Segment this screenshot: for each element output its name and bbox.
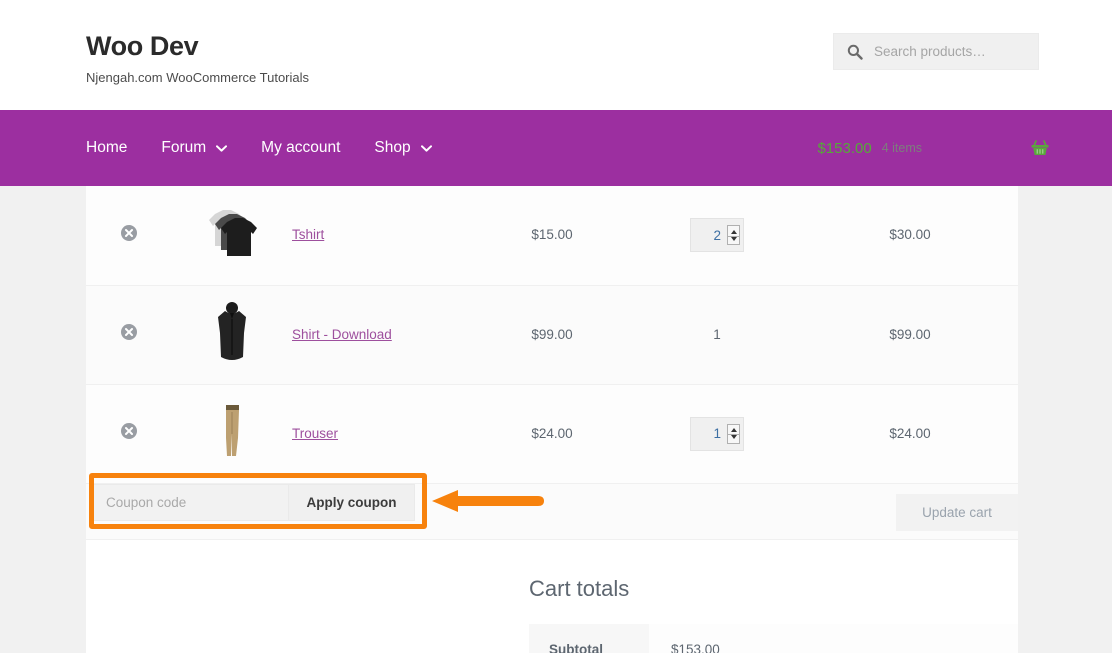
product-price: $24.00	[531, 425, 573, 441]
product-subtotal: $24.00	[889, 425, 931, 441]
product-price-cell: $15.00	[472, 186, 632, 286]
product-quantity-cell: 1	[632, 384, 802, 484]
primary-navigation: Home Forum My account Shop $153.00 4 ite…	[0, 110, 1112, 186]
product-thumbnail-cell	[172, 384, 292, 484]
product-link[interactable]: Trouser	[292, 426, 338, 441]
product-price-cell: $99.00	[472, 285, 632, 385]
nav-item-label: Shop	[374, 139, 411, 156]
product-link[interactable]: Shirt - Download	[292, 327, 392, 342]
table-row: Subtotal $153.00	[529, 624, 1018, 653]
cart-totals-section: Cart totals Subtotal $153.00	[529, 576, 1018, 653]
product-subtotal-cell: $99.00	[802, 285, 1018, 385]
shopping-basket-icon[interactable]	[1030, 138, 1050, 158]
remove-x-icon[interactable]	[121, 224, 137, 241]
quantity-value: 1	[713, 426, 721, 441]
cart-page: Woo Dev Njengah.com WooCommerce Tutorial…	[0, 0, 1112, 653]
site-tagline: Njengah.com WooCommerce Tutorials	[86, 69, 310, 85]
cart-item-count: 4 items	[881, 141, 922, 155]
product-thumbnail-cell	[172, 285, 292, 385]
site-title: Woo Dev	[86, 31, 199, 61]
cart-totals-heading: Cart totals	[529, 576, 630, 601]
product-subtotal-cell: $24.00	[802, 384, 1018, 484]
update-cart-button[interactable]: Update cart	[896, 493, 1018, 531]
shirt-thumbnail[interactable]	[201, 299, 263, 365]
remove-cell	[86, 186, 172, 286]
search-input[interactable]	[872, 43, 1022, 60]
product-subtotal: $30.00	[889, 227, 931, 243]
quantity-spinner-buttons[interactable]	[727, 423, 740, 444]
cart-actions-row: Apply coupon Update cart	[86, 483, 1018, 540]
product-name-cell: Trouser	[292, 384, 472, 484]
spinner-up-icon[interactable]	[730, 229, 737, 234]
product-name-cell: Tshirt	[292, 186, 472, 286]
quantity-spinner-buttons[interactable]	[727, 225, 740, 246]
spinner-down-icon[interactable]	[730, 435, 737, 439]
nav-item-home[interactable]: Home	[86, 139, 127, 157]
tshirt-thumbnail[interactable]	[201, 200, 263, 266]
product-price: $99.00	[531, 326, 573, 342]
nav-item-label: My account	[261, 139, 341, 156]
product-price: $15.00	[531, 227, 573, 243]
quantity-value: 1	[713, 326, 721, 342]
coupon-group: Apply coupon	[91, 483, 415, 521]
remove-cell	[86, 384, 172, 484]
cart-totals-table: Subtotal $153.00	[529, 624, 1018, 653]
site-branding: Woo Dev Njengah.com WooCommerce Tutorial…	[86, 31, 310, 85]
table-row: Tshirt $15.00 2 $30.00	[86, 186, 1018, 286]
subtotal-label: Subtotal	[529, 624, 649, 653]
cart-content-area: Tshirt $15.00 2 $30.00 Shirt - Download …	[86, 186, 1018, 653]
quantity-value: 2	[713, 227, 721, 243]
search-icon	[847, 44, 863, 60]
trouser-thumbnail[interactable]	[201, 398, 263, 464]
nav-item-label: Home	[86, 139, 128, 156]
product-subtotal: $99.00	[889, 326, 931, 342]
nav-item-shop[interactable]: Shop	[374, 139, 432, 157]
product-price-cell: $24.00	[472, 384, 632, 484]
chevron-down-icon	[420, 144, 432, 152]
quantity-stepper[interactable]: 2	[690, 218, 744, 253]
spinner-up-icon[interactable]	[730, 428, 737, 432]
remove-x-icon[interactable]	[121, 423, 137, 439]
cart-items-table: Tshirt $15.00 2 $30.00 Shirt - Download …	[86, 186, 1018, 484]
subtotal-value: $153.00	[649, 624, 1018, 653]
remove-x-icon[interactable]	[121, 324, 137, 340]
nav-item-list: Home Forum My account Shop	[86, 110, 466, 186]
product-thumbnail-cell	[172, 186, 292, 286]
table-row: Shirt - Download $99.00 1 $99.00	[86, 285, 1018, 385]
product-quantity-cell: 1	[632, 285, 802, 385]
remove-cell	[86, 285, 172, 385]
spinner-down-icon[interactable]	[730, 236, 737, 241]
quantity-stepper[interactable]: 1	[690, 416, 744, 451]
product-subtotal-cell: $30.00	[802, 186, 1018, 286]
chevron-down-icon	[216, 144, 228, 152]
cart-summary[interactable]: $153.00 4 items	[817, 110, 1050, 186]
site-header: Woo Dev Njengah.com WooCommerce Tutorial…	[0, 0, 1112, 110]
nav-item-forum[interactable]: Forum	[161, 139, 228, 157]
apply-coupon-button[interactable]: Apply coupon	[288, 483, 415, 521]
product-link[interactable]: Tshirt	[292, 227, 324, 242]
table-row: Trouser $24.00 1 $24.00	[86, 384, 1018, 484]
cart-items-body: Tshirt $15.00 2 $30.00 Shirt - Download …	[86, 186, 1018, 484]
product-name-cell: Shirt - Download	[292, 285, 472, 385]
nav-item-my-account[interactable]: My account	[261, 139, 340, 157]
cart-total-amount: $153.00	[817, 139, 872, 157]
nav-item-label: Forum	[161, 139, 207, 156]
product-quantity-cell: 2	[632, 186, 802, 286]
coupon-code-input[interactable]	[91, 483, 288, 521]
product-search-box[interactable]	[833, 33, 1039, 70]
